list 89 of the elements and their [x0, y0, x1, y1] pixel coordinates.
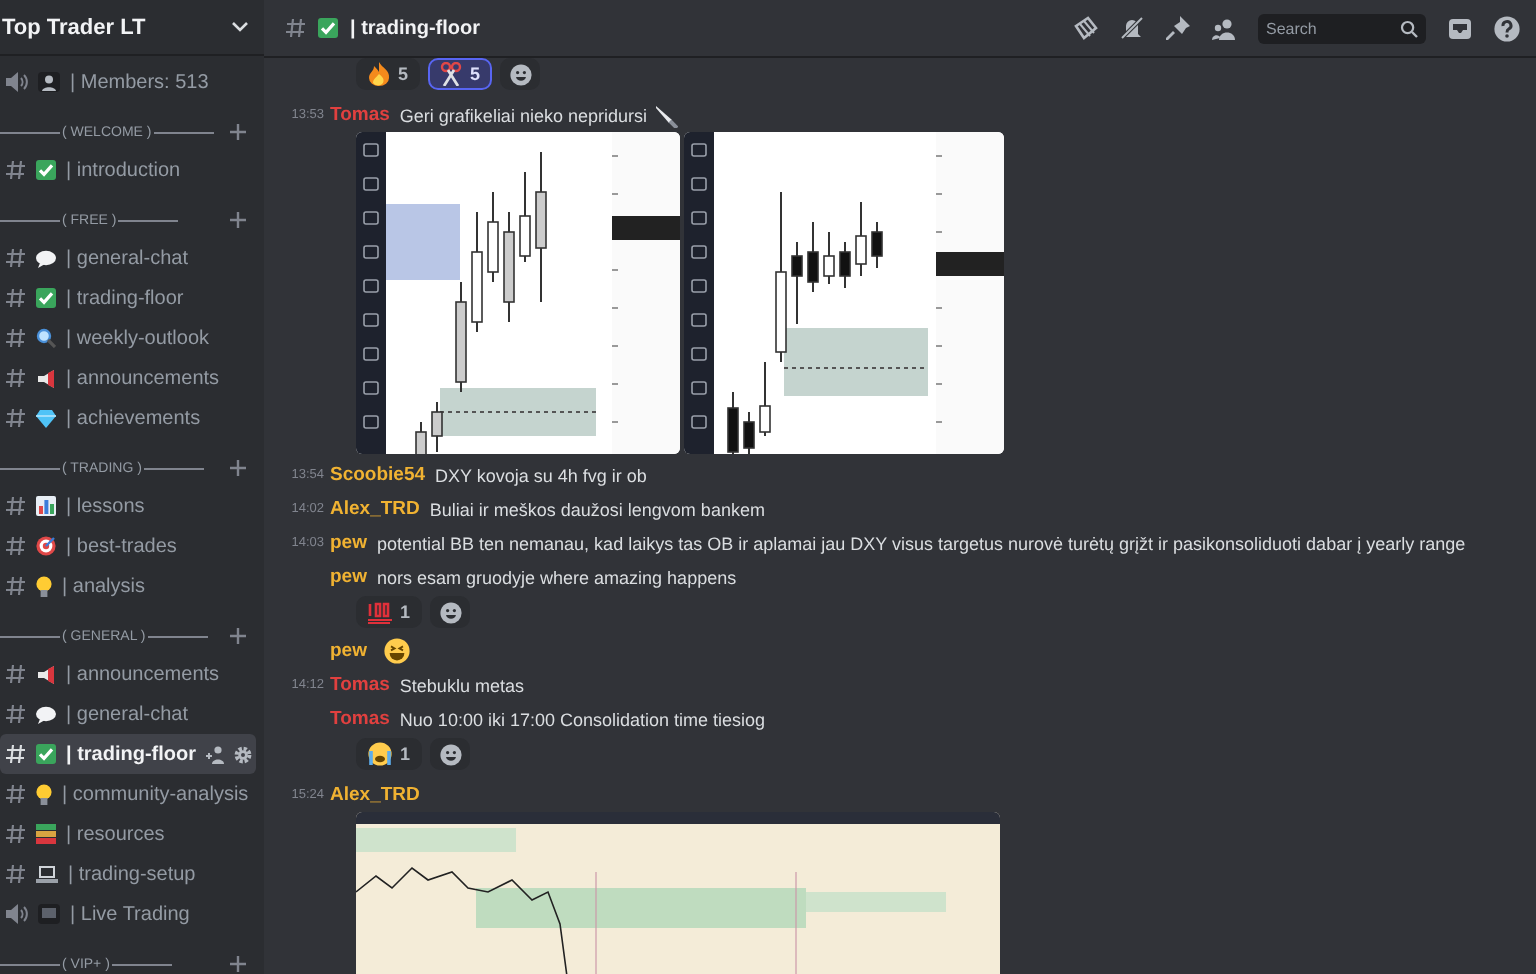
message-text: nors esam gruodyje where amazing happens: [376, 565, 737, 589]
channel-item[interactable]: | Members: 513: [0, 62, 256, 102]
bar-chart-icon: [36, 496, 56, 516]
megaphone-icon: [36, 369, 56, 387]
channel-title: | trading-floor: [350, 17, 481, 39]
channel-item[interactable]: | general-chat: [0, 238, 256, 278]
checkmark-icon: [318, 18, 338, 38]
figure-icon: [38, 72, 60, 92]
message-text: Stebuklu metas: [399, 673, 524, 697]
channel-item[interactable]: | best-trades: [0, 526, 256, 566]
help-icon: [1494, 15, 1520, 41]
reaction-button[interactable]: 5: [428, 58, 493, 90]
message-text: potential BB ten nemanau, kad laikys tas OB ir aplamai jau DXY visus targetus nurovė turėtų grįžt ir pasikonsoliduoti dabar į yearly range: [376, 531, 1466, 555]
message-text: Geri grafikeliai nieko nepridursi: [399, 103, 647, 127]
author-name[interactable]: Tomas: [330, 673, 390, 697]
chart-screenshot[interactable]: [356, 812, 1000, 974]
channel-item[interactable]: | trading-floor: [0, 278, 256, 318]
channel-item[interactable]: | introduction: [0, 150, 256, 190]
channel-item[interactable]: | trading-setup: [0, 854, 256, 894]
channel-item[interactable]: | resources: [0, 814, 256, 854]
channel-item[interactable]: | announcements: [0, 654, 256, 694]
plus-icon: [230, 460, 246, 476]
checkmark-icon: [36, 744, 56, 764]
settings-icon: [234, 745, 253, 763]
search-field[interactable]: Search: [1258, 13, 1426, 43]
search-icon: [1400, 19, 1418, 37]
channel-item[interactable]: | lessons: [0, 486, 256, 526]
channel-item[interactable]: | announcements: [0, 358, 256, 398]
plus-icon: [230, 628, 246, 644]
hundred-points-icon: [368, 601, 392, 623]
threads-icon: [1074, 16, 1098, 40]
reaction-button[interactable]: 5: [356, 58, 421, 90]
members-icon: [1212, 17, 1236, 39]
message-text: Buliai ir meškos daužosi lengvom bankem: [429, 497, 765, 521]
magnifier-icon: [36, 328, 56, 348]
reaction-button[interactable]: 1: [356, 596, 423, 628]
message-text: Nuo 10:00 iki 17:00 Consolidation time tiesiog: [399, 707, 766, 731]
channel-item[interactable]: | Live Trading: [0, 894, 256, 934]
gem-icon: [36, 409, 56, 427]
checkmark-icon: [36, 160, 56, 180]
smiley-icon: [439, 743, 462, 765]
message-text: DXY kovoja su 4h fvg ir ob: [435, 463, 647, 487]
light-bulb-icon: [36, 783, 52, 805]
crying-face-icon: [368, 742, 392, 766]
add-reaction-button[interactable]: [430, 738, 471, 770]
server-name[interactable]: Top Trader LT: [2, 15, 146, 39]
chart-screenshot[interactable]: [356, 132, 680, 454]
chart-screenshot[interactable]: [684, 132, 1004, 454]
knife-icon: [654, 103, 679, 127]
author-name[interactable]: pew: [330, 639, 367, 663]
muted-bell-icon: [1120, 16, 1144, 40]
fire-icon: [368, 62, 390, 86]
inbox-icon: [1448, 17, 1472, 39]
author-name[interactable]: pew: [330, 565, 367, 589]
target-icon: [36, 536, 56, 556]
people-add-icon: [206, 745, 227, 763]
plus-icon: [230, 956, 246, 972]
author-name[interactable]: Alex_TRD: [330, 783, 420, 807]
channel-item[interactable]: | general-chat: [0, 694, 256, 734]
speech-bubble-icon: [36, 249, 56, 267]
add-reaction-button[interactable]: [430, 596, 471, 628]
light-bulb-icon: [36, 575, 52, 597]
chevron-down-icon: [232, 22, 248, 32]
reaction-button[interactable]: 1: [356, 738, 423, 770]
smiley-icon: [439, 601, 462, 623]
author-name[interactable]: Tomas: [330, 707, 390, 731]
author-name[interactable]: pew: [330, 531, 367, 555]
channel-item[interactable]: | trading-floor: [0, 734, 256, 774]
plus-icon: [230, 124, 246, 140]
speech-bubble-icon: [36, 705, 56, 723]
hash-icon: [286, 18, 306, 38]
laptop-icon: [36, 865, 58, 883]
add-reaction-button[interactable]: [500, 58, 541, 90]
smiley-icon: [509, 63, 532, 85]
channel-item[interactable]: | community-analysis: [0, 774, 256, 814]
author-name[interactable]: Tomas: [330, 103, 390, 127]
channel-item[interactable]: | weekly-outlook: [0, 318, 256, 358]
pin-icon: [1166, 16, 1190, 40]
channel-item[interactable]: | analysis: [0, 566, 256, 606]
megaphone-icon: [36, 665, 56, 683]
checkmark-icon: [36, 288, 56, 308]
channel-item[interactable]: | achievements: [0, 398, 256, 438]
author-name[interactable]: Alex_TRD: [330, 497, 420, 521]
scissors-icon: [440, 62, 463, 86]
books-icon: [36, 824, 56, 844]
grinning-face-icon: [384, 638, 411, 664]
plus-icon: [230, 212, 246, 228]
tv-icon: [38, 904, 60, 924]
author-name[interactable]: Scoobie54: [330, 463, 426, 487]
